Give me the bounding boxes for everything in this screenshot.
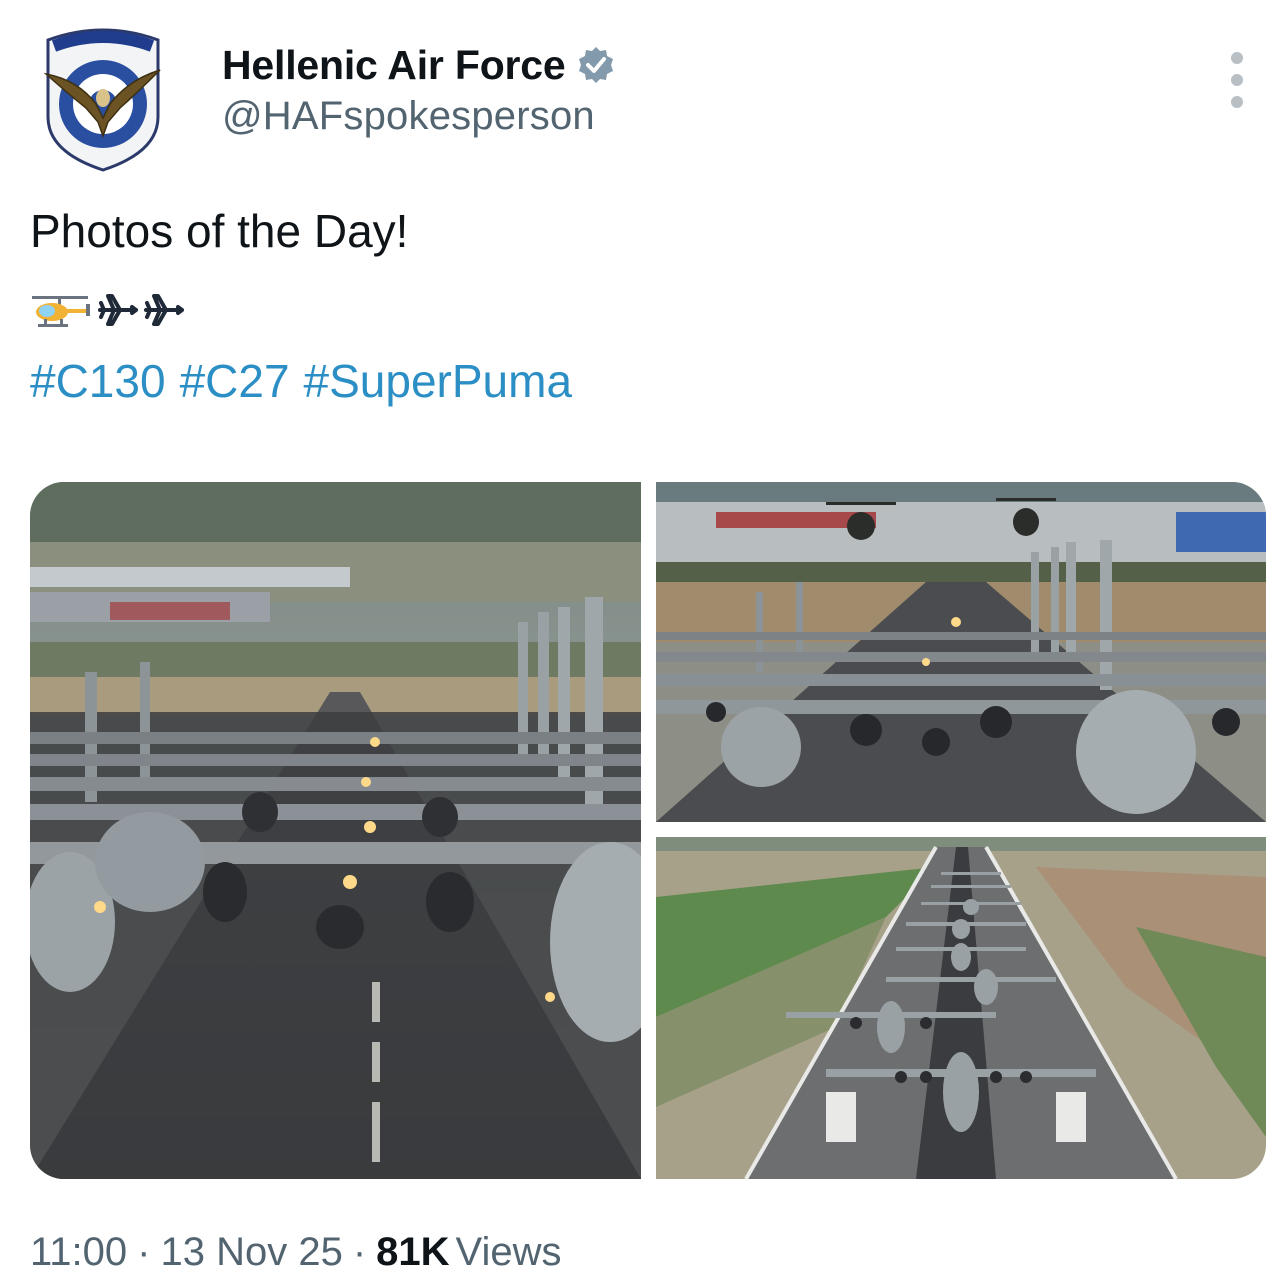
hashtag-c27-link[interactable]: #C27: [180, 354, 290, 408]
post-date[interactable]: 13 Nov 25: [160, 1230, 342, 1275]
author-name[interactable]: Hellenic Air Force: [222, 42, 566, 89]
photo-1[interactable]: [30, 482, 641, 1179]
post-meta: 11:00 · 13 Nov 25 · 81K Views: [30, 1230, 562, 1275]
hashtag-superpuma-link[interactable]: #SuperPuma: [304, 354, 573, 408]
author-name-row: Hellenic Air Force: [222, 40, 616, 90]
avatar[interactable]: [38, 22, 168, 172]
views-label: Views: [455, 1230, 562, 1274]
photo-2[interactable]: [656, 482, 1266, 822]
airplane-icon: [144, 294, 184, 326]
dot-icon: [1231, 52, 1243, 64]
photo-3[interactable]: [656, 837, 1266, 1179]
hellenic-air-force-emblem-icon: [43, 28, 161, 172]
verified-badge-icon: [576, 45, 616, 85]
airplane-icon: [98, 294, 138, 326]
more-options-button[interactable]: [1222, 52, 1252, 108]
hashtags: #C130 #C27 #SuperPuma: [30, 354, 572, 408]
post-text: Photos of the Day!: [30, 205, 409, 257]
meta-separator: ·: [352, 1230, 367, 1274]
media-grid: [30, 482, 1266, 1179]
hashtag-c130-link[interactable]: #C130: [30, 354, 166, 408]
author-handle[interactable]: @HAFspokesperson: [222, 94, 595, 139]
dot-icon: [1231, 74, 1243, 86]
views-count: 81K: [376, 1230, 450, 1274]
post-time[interactable]: 11:00: [30, 1230, 127, 1275]
emoji-row: [30, 288, 186, 332]
dot-icon: [1231, 96, 1243, 108]
meta-separator: ·: [137, 1230, 151, 1274]
helicopter-icon: [32, 296, 90, 327]
